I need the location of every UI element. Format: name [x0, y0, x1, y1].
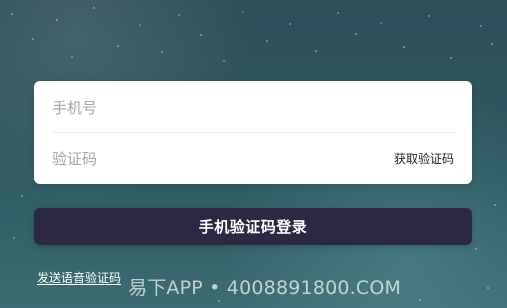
phone-number-input[interactable] — [52, 92, 454, 123]
phone-row — [34, 82, 472, 133]
watermark-text: 易下APP • 4008891800.COM — [128, 277, 402, 299]
verification-code-row: 获取验证码 — [34, 133, 472, 184]
send-voice-code-link[interactable]: 发送语音验证码 — [37, 269, 121, 286]
verification-code-input[interactable] — [52, 143, 382, 174]
get-verification-code-button[interactable]: 获取验证码 — [394, 150, 454, 167]
phone-code-login-button[interactable]: 手机验证码登录 — [34, 208, 472, 245]
login-form-card: 获取验证码 — [34, 81, 472, 184]
